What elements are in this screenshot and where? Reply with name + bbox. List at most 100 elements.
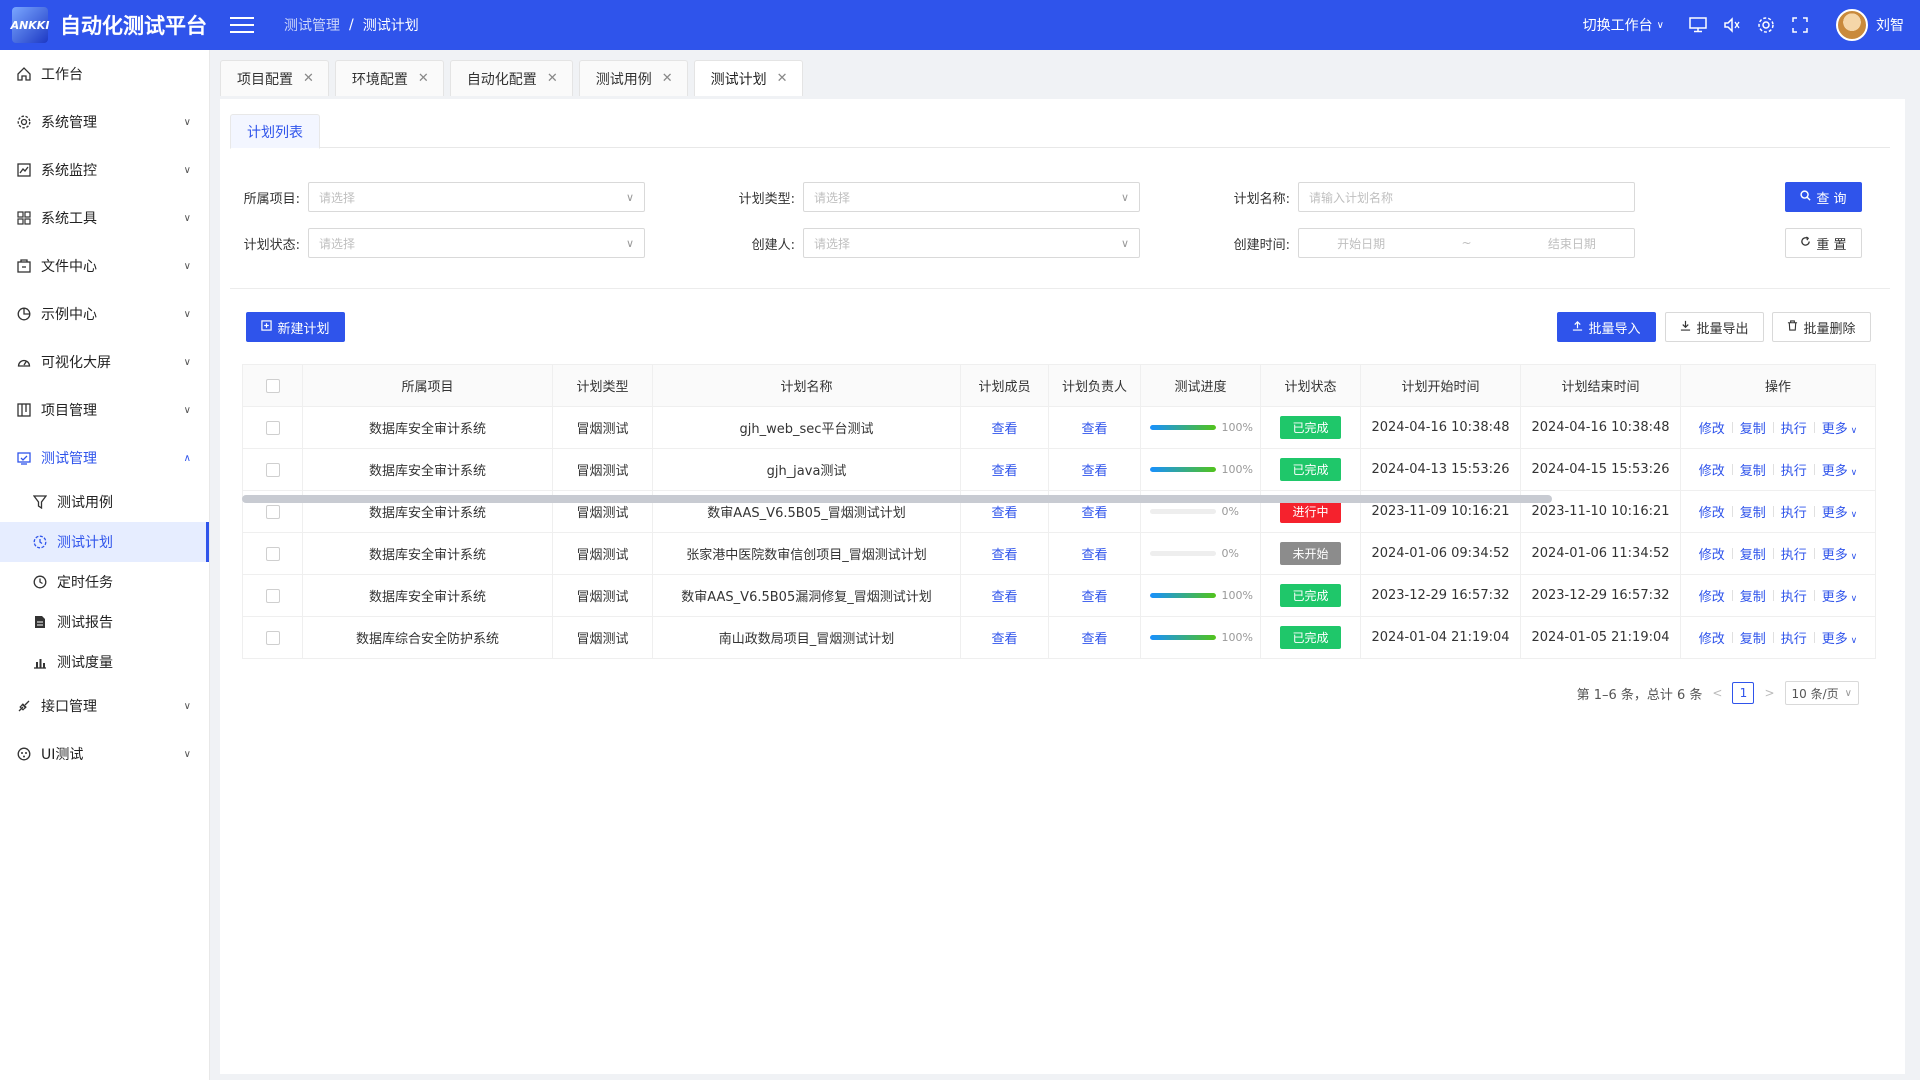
plan-type-select[interactable]: 请选择 ∨ — [803, 182, 1140, 212]
batch-import-button[interactable]: 批量导入 — [1557, 312, 1656, 342]
logo[interactable]: ANKKI 自动化测试平台 — [0, 7, 210, 43]
tab-test-plan[interactable]: 测试计划 ✕ — [693, 60, 803, 96]
close-icon[interactable]: ✕ — [777, 71, 788, 86]
view-members-link[interactable]: 查看 — [991, 506, 1017, 521]
username[interactable]: 刘智 — [1876, 15, 1904, 35]
copy-link[interactable]: 复制 — [1740, 544, 1766, 563]
batch-export-button[interactable]: 批量导出 — [1665, 312, 1764, 342]
monitor-icon[interactable] — [1688, 15, 1708, 35]
run-link[interactable]: 执行 — [1781, 502, 1807, 521]
view-owner-link[interactable]: 查看 — [1081, 632, 1107, 647]
view-members-link[interactable]: 查看 — [991, 632, 1017, 647]
more-dropdown[interactable]: 更多 ∨ — [1822, 418, 1857, 437]
tab-project-config[interactable]: 项目配置 ✕ — [220, 60, 329, 96]
edit-link[interactable]: 修改 — [1699, 418, 1725, 437]
sidebar-item-project-management[interactable]: 项目管理 ∨ — [0, 386, 209, 434]
reset-button[interactable]: 重 置 — [1785, 228, 1862, 258]
tab-automation-config[interactable]: 自动化配置 ✕ — [449, 60, 573, 96]
more-dropdown[interactable]: 更多 ∨ — [1822, 586, 1857, 605]
sidebar-item-system-monitor[interactable]: 系统监控 ∨ — [0, 146, 209, 194]
select-all-checkbox[interactable] — [265, 378, 280, 393]
row-checkbox[interactable] — [265, 462, 280, 477]
run-link[interactable]: 执行 — [1781, 460, 1807, 479]
sidebar-subitem-test-report[interactable]: 测试报告 — [0, 602, 209, 642]
sidebar-item-file-center[interactable]: 文件中心 ∨ — [0, 242, 209, 290]
run-link[interactable]: 执行 — [1781, 418, 1807, 437]
sidebar-item-system-tools[interactable]: 系统工具 ∨ — [0, 194, 209, 242]
copy-link[interactable]: 复制 — [1740, 586, 1766, 605]
project-select[interactable]: 请选择 ∨ — [308, 182, 645, 212]
sidebar-item-system-management[interactable]: 系统管理 ∨ — [0, 98, 209, 146]
search-button[interactable]: 查 询 — [1785, 182, 1862, 212]
next-page-icon[interactable]: > — [1764, 686, 1774, 700]
row-checkbox[interactable] — [265, 630, 280, 645]
row-checkbox[interactable] — [265, 504, 280, 519]
avatar[interactable] — [1836, 9, 1868, 41]
run-link[interactable]: 执行 — [1781, 586, 1807, 605]
prev-page-icon[interactable]: < — [1712, 686, 1722, 700]
view-owner-link[interactable]: 查看 — [1081, 506, 1107, 521]
more-dropdown[interactable]: 更多 ∨ — [1822, 460, 1857, 479]
view-members-link[interactable]: 查看 — [991, 464, 1017, 479]
divider — [1731, 464, 1733, 475]
edit-link[interactable]: 修改 — [1699, 460, 1725, 479]
sidebar-item-api-management[interactable]: 接口管理 ∨ — [0, 682, 209, 730]
sidebar-item-workbench[interactable]: 工作台 — [0, 50, 209, 98]
close-icon[interactable]: ✕ — [303, 71, 314, 86]
tab-test-cases[interactable]: 测试用例 ✕ — [578, 60, 688, 96]
gear-icon[interactable] — [1756, 15, 1776, 35]
menu-toggle-icon[interactable] — [230, 15, 254, 35]
edit-link[interactable]: 修改 — [1699, 628, 1725, 647]
view-owner-link[interactable]: 查看 — [1081, 548, 1107, 563]
sidebar-item-test-management[interactable]: 测试管理 ∧ — [0, 434, 209, 482]
view-owner-link[interactable]: 查看 — [1081, 464, 1107, 479]
view-owner-link[interactable]: 查看 — [1081, 590, 1107, 605]
edit-link[interactable]: 修改 — [1699, 502, 1725, 521]
sidebar-item-visual-dashboard[interactable]: 可视化大屏 ∨ — [0, 338, 209, 386]
view-members-link[interactable]: 查看 — [991, 590, 1017, 605]
run-link[interactable]: 执行 — [1781, 628, 1807, 647]
view-owner-link[interactable]: 查看 — [1081, 422, 1107, 437]
switch-workspace-dropdown[interactable]: 切换工作台 ∨ — [1583, 15, 1664, 35]
view-members-link[interactable]: 查看 — [991, 548, 1017, 563]
close-icon[interactable]: ✕ — [547, 71, 558, 86]
row-checkbox[interactable] — [265, 588, 280, 603]
creator-select[interactable]: 请选择 ∨ — [803, 228, 1140, 258]
more-dropdown[interactable]: 更多 ∨ — [1822, 628, 1857, 647]
close-icon[interactable]: ✕ — [418, 71, 429, 86]
close-icon[interactable]: ✕ — [662, 71, 673, 86]
sidebar-subitem-test-plan[interactable]: 测试计划 — [0, 522, 209, 562]
fullscreen-icon[interactable] — [1790, 15, 1810, 35]
run-link[interactable]: 执行 — [1781, 544, 1807, 563]
sidebar-subitem-scheduled-tasks[interactable]: 定时任务 — [0, 562, 209, 602]
copy-link[interactable]: 复制 — [1740, 418, 1766, 437]
edit-link[interactable]: 修改 — [1699, 544, 1725, 563]
copy-link[interactable]: 复制 — [1740, 628, 1766, 647]
new-plan-button[interactable]: 新建计划 — [246, 312, 345, 342]
row-checkbox[interactable] — [265, 420, 280, 435]
view-members-link[interactable]: 查看 — [991, 422, 1017, 437]
more-dropdown[interactable]: 更多 ∨ — [1822, 502, 1857, 521]
speaker-icon[interactable] — [1722, 15, 1742, 35]
page-number[interactable]: 1 — [1732, 682, 1755, 704]
tab-plan-list[interactable]: 计划列表 — [230, 114, 320, 149]
sidebar-subitem-test-metrics[interactable]: 测试度量 — [0, 642, 209, 682]
batch-delete-button[interactable]: 批量删除 — [1772, 312, 1871, 342]
horizontal-scrollbar[interactable] — [242, 495, 1552, 503]
row-checkbox[interactable] — [265, 546, 280, 561]
start-date-input[interactable]: 开始日期 — [1337, 235, 1385, 252]
plan-name-input[interactable]: 请输入计划名称 — [1298, 182, 1635, 212]
copy-link[interactable]: 复制 — [1740, 502, 1766, 521]
sidebar-item-example-center[interactable]: 示例中心 ∨ — [0, 290, 209, 338]
tab-env-config[interactable]: 环境配置 ✕ — [334, 60, 444, 96]
plan-status-select[interactable]: 请选择 ∨ — [308, 228, 645, 258]
more-dropdown[interactable]: 更多 ∨ — [1822, 544, 1857, 563]
end-date-input[interactable]: 结束日期 — [1548, 235, 1596, 252]
page-size-select[interactable]: 10 条/页 ∨ — [1784, 681, 1859, 705]
sidebar-subitem-test-cases[interactable]: 测试用例 — [0, 482, 209, 522]
date-range-picker[interactable]: 开始日期 ~ 结束日期 — [1298, 228, 1635, 258]
breadcrumb-parent[interactable]: 测试管理 — [284, 15, 340, 35]
copy-link[interactable]: 复制 — [1740, 460, 1766, 479]
sidebar-item-ui-testing[interactable]: UI测试 ∨ — [0, 730, 209, 778]
edit-link[interactable]: 修改 — [1699, 586, 1725, 605]
